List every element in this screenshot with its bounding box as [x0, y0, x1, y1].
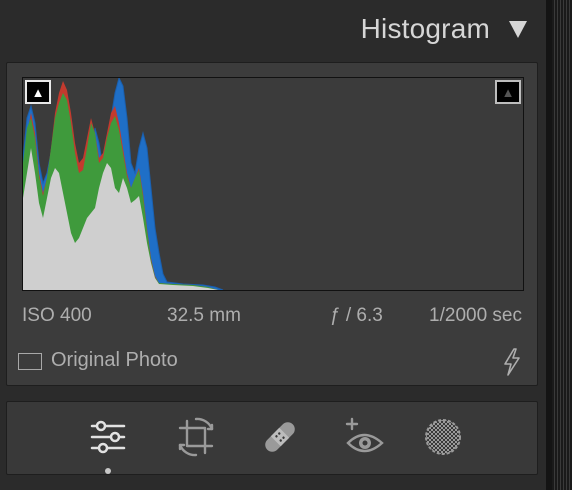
mask-icon — [425, 419, 461, 455]
original-photo-label[interactable]: Original Photo — [51, 349, 178, 372]
crop-rotate-icon — [178, 417, 214, 457]
panel-scrollbar[interactable] — [546, 0, 572, 490]
aperture-value: ƒ / 6.3 — [330, 305, 383, 326]
original-photo-checkbox[interactable] — [18, 353, 42, 370]
shadow-clipping-button[interactable]: ▲ — [25, 80, 51, 104]
focal-length-value: 32.5 mm — [167, 305, 241, 326]
highlight-clipping-button[interactable]: ▲ — [495, 80, 521, 104]
iso-value: ISO 400 — [22, 305, 92, 326]
active-tool-indicator — [105, 468, 111, 474]
shutter-speed-value: 1/2000 sec — [429, 305, 522, 326]
edit-tool-button[interactable] — [86, 415, 130, 459]
flash-icon — [501, 348, 523, 376]
sliders-icon — [90, 420, 126, 454]
original-photo-row: Original Photo — [18, 348, 523, 376]
red-eye-icon — [345, 417, 384, 453]
crop-tool-button[interactable] — [174, 415, 218, 459]
histogram-chart[interactable]: ▲ ▲ — [22, 77, 524, 291]
triangle-down-icon[interactable] — [507, 18, 529, 40]
triangle-up-icon: ▲ — [31, 84, 45, 100]
tool-strip — [6, 401, 538, 475]
triangle-up-icon: ▲ — [501, 84, 515, 100]
histogram-header[interactable]: Histogram — [0, 0, 546, 60]
bandage-icon — [265, 422, 295, 452]
panel-title: Histogram — [360, 13, 490, 44]
masking-tool-button[interactable] — [421, 415, 465, 459]
red-eye-tool-button[interactable] — [342, 415, 386, 459]
histogram-panel: ▲ ▲ ISO 400 32.5 mm ƒ / 6.3 1/2000 sec O… — [6, 62, 538, 386]
camera-metadata: ISO 400 32.5 mm ƒ / 6.3 1/2000 sec — [22, 305, 522, 327]
healing-tool-button[interactable] — [258, 415, 302, 459]
